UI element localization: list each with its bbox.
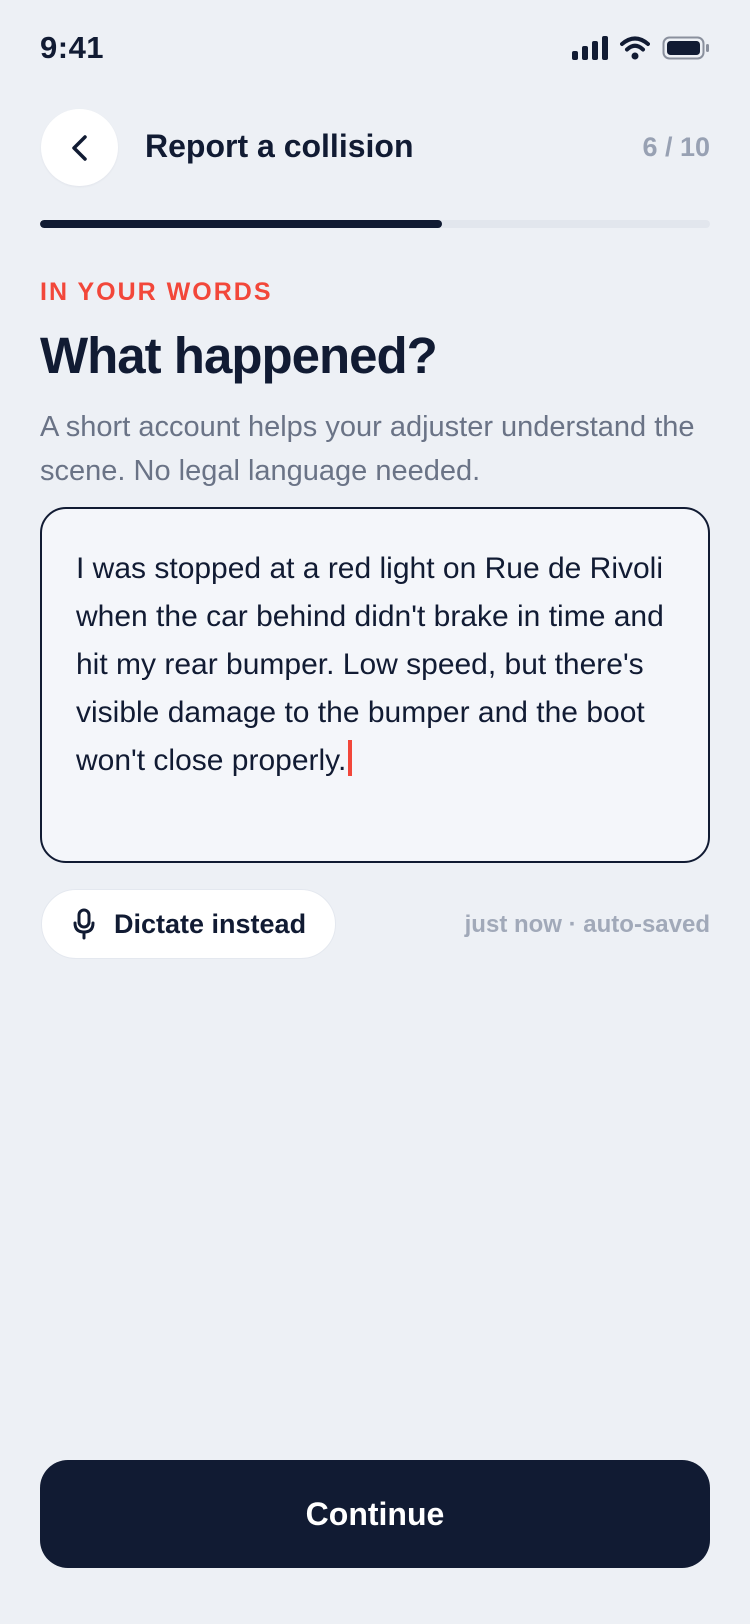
continue-button[interactable]: Continue	[40, 1460, 710, 1568]
dictate-label: Dictate instead	[114, 908, 307, 939]
status-time: 9:41	[40, 30, 105, 65]
back-button[interactable]	[41, 109, 118, 186]
microphone-icon	[73, 908, 95, 940]
step-counter: 6 / 10	[642, 132, 710, 162]
chevron-left-icon	[71, 134, 87, 161]
incident-description-field[interactable]: I was stopped at a red light on Rue de R…	[40, 507, 710, 863]
status-bar: 9:41	[0, 0, 750, 100]
incident-description-text: I was stopped at a red light on Rue de R…	[76, 552, 664, 777]
battery-icon	[662, 36, 709, 60]
continue-label: Continue	[305, 1495, 445, 1532]
autosave-status: just now · auto-saved	[464, 911, 710, 938]
progress-bar-fill	[40, 220, 442, 228]
report-collision-screen: 9:41 Report a collision 6 / 10 IN YOUR W…	[0, 0, 750, 1624]
progress-bar	[40, 220, 710, 228]
page-subtitle: A short account helps your adjuster unde…	[40, 411, 695, 487]
signal-icon	[572, 36, 608, 60]
status-icons	[572, 36, 710, 60]
section-eyebrow: IN YOUR WORDS	[40, 278, 273, 306]
dictate-button[interactable]: Dictate instead	[41, 889, 337, 959]
text-cursor	[348, 740, 353, 776]
wifi-icon	[620, 36, 650, 60]
header-title: Report a collision	[145, 128, 414, 164]
page-title: What happened?	[40, 327, 438, 384]
